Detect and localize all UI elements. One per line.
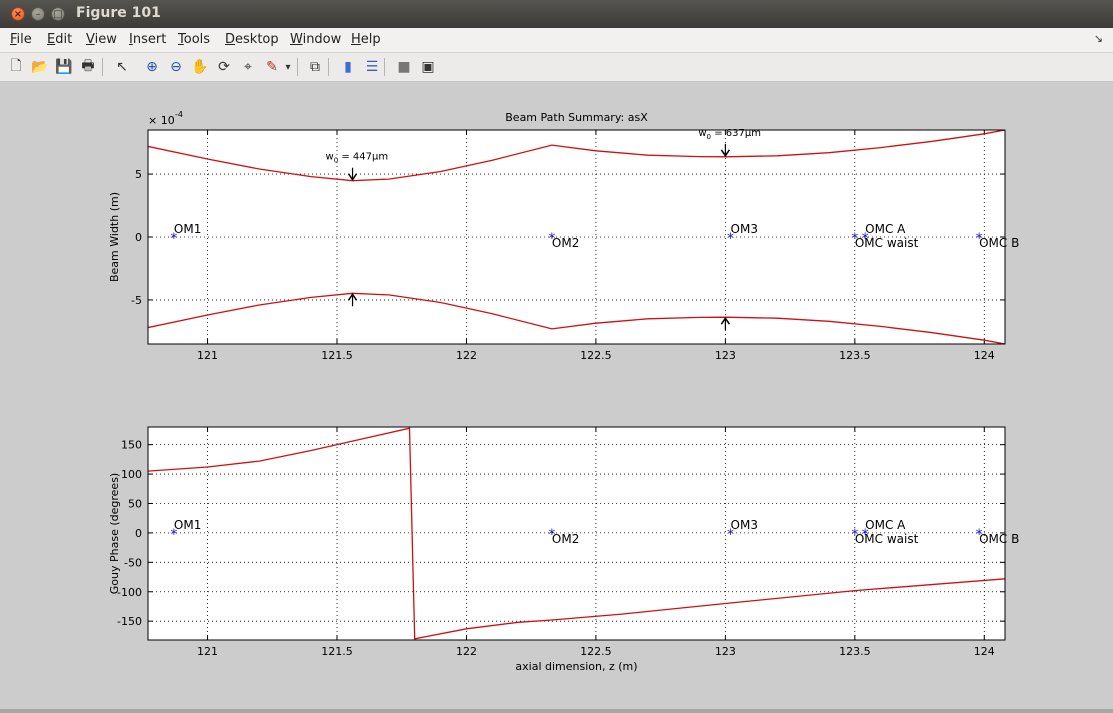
y-tick-label: -50 [124,556,142,569]
x-tick-label: 122 [456,645,477,658]
hide-plot-tools-icon[interactable]: ■ [394,57,414,77]
window-title: Figure 101 [76,5,161,21]
menu-tools[interactable]: Tools [178,32,210,47]
y-exponent-label: × 10 [148,114,175,127]
plot-svg: 121 121.5 122 122.5 123 123.5 124-505Beam Widt… [108,110,1019,673]
x-axis-label: axial dimension, z (m) [515,660,637,673]
chart-title: Beam Path Summary: asX [505,111,648,124]
maximize-window-button[interactable]: □ [51,7,65,21]
x-tick-label: 122.5 [580,645,612,658]
optic-label: OM3 [731,222,758,236]
colorbar-icon[interactable]: ▮ [338,57,358,77]
menu-edit[interactable]: Edit [47,32,72,47]
open-folder-icon[interactable]: 📂 [30,57,50,77]
title-bar: × – □ Figure 101 [0,0,1113,28]
y-exponent-value: -4 [175,110,183,119]
x-tick-label: 124 [974,645,995,658]
menu-label: ools [183,32,211,47]
x-tick-label: 122.5 [580,349,612,362]
y-tick-label: -150 [117,615,142,628]
optic-label: OM3 [731,518,758,532]
show-plot-tools-icon[interactable]: ▣ [418,57,438,77]
x-tick-label: 124 [974,349,995,362]
menu-label: nsert [132,32,167,47]
optic-label: OM1 [174,518,201,532]
optic-label: OMC B [979,532,1019,546]
toolbar-separator [297,58,298,76]
window-bottom-edge [0,709,1113,713]
dock-arrow-icon[interactable]: ↘ [1094,32,1103,45]
menu-label: dit [55,32,73,47]
x-tick-label: 123 [715,349,736,362]
menu-label: elp [360,32,381,47]
menu-mnemonic: V [86,32,95,47]
x-tick-label: 121 [197,645,218,658]
y-tick-label: 100 [121,468,142,481]
optic-label: OMC A [865,222,906,236]
brush-dropdown-icon[interactable]: ▾ [283,57,293,77]
x-tick-label: 122 [456,349,477,362]
menu-window[interactable]: Window [290,32,341,47]
toolbar-separator [384,58,385,76]
y-tick-label: 150 [121,439,142,452]
rotate-3d-icon[interactable]: ⟳ [214,57,234,77]
save-icon[interactable]: 💾 [54,57,74,77]
menu-desktop[interactable]: Desktop [225,32,279,47]
y-tick-label: 0 [135,231,142,244]
optic-label: OM2 [552,236,579,250]
menu-label: esktop [235,32,279,47]
y-tick-label: 0 [135,527,142,540]
menu-mnemonic: W [290,32,303,47]
optic-label: OM1 [174,222,201,236]
x-tick-label: 121 [197,349,218,362]
menu-label: ile [16,32,32,47]
link-plot-icon[interactable]: ⧉ [305,57,325,77]
y-tick-label: 5 [135,168,142,181]
pointer-icon[interactable]: ↖ [112,57,132,77]
y-axis-label: Beam Width (m) [108,192,121,282]
y-tick-label: -5 [131,294,142,307]
x-tick-label: 123.5 [839,645,871,658]
figure-window: × – □ Figure 101 File Edit View Insert Tools… [0,0,1113,713]
x-tick-label: 121.5 [321,645,353,658]
data-cursor-icon[interactable]: ⌖ [238,57,258,77]
y-axis-label: Gouy Phase (degrees) [108,473,121,594]
toolbar-separator [102,58,103,76]
x-tick-label: 123.5 [839,349,871,362]
menu-label: indow [302,32,342,47]
menu-label: iew [94,32,117,47]
menu-bar: File Edit View Insert Tools Desktop Window Help… [0,28,1113,53]
menu-view[interactable]: View [86,32,117,47]
menu-help[interactable]: Help [351,32,381,47]
menu-mnemonic: D [225,32,236,47]
zoom-in-icon[interactable]: ⊕ [142,57,162,77]
zoom-out-icon[interactable]: ⊖ [166,57,186,77]
new-file-icon[interactable]: 🗋 [6,57,26,77]
y-tick-label: 50 [128,497,142,510]
optic-label: OM2 [552,532,579,546]
toolbar-separator [328,58,329,76]
optic-label: OMC B [979,236,1019,250]
menu-file[interactable]: File [10,32,32,47]
minimize-window-button[interactable]: – [31,7,45,21]
print-icon[interactable]: 🖶 [78,57,98,77]
legend-icon[interactable]: ☰ [362,57,382,77]
brush-icon[interactable]: ✎ [262,57,282,77]
pan-hand-icon[interactable]: ✋ [190,57,210,77]
figure-toolbar: 🗋 📂 💾 🖶 ↖ ⊕ ⊖ ✋ ⟳ ⌖ ✎ ▾ ⧉ ▮ ☰ ■ ▣ [0,53,1113,82]
menu-insert[interactable]: Insert [129,32,166,47]
menu-mnemonic: E [47,32,56,47]
optic-label: OMC A [865,518,906,532]
x-tick-label: 121.5 [321,349,353,362]
x-tick-label: 123 [715,645,736,658]
close-window-button[interactable]: × [11,7,25,21]
figure-canvas: 121 121.5 122 122.5 123 123.5 124 -5 0 5 Beam Widt… [4,82,1109,710]
menu-mnemonic: H [351,32,361,47]
